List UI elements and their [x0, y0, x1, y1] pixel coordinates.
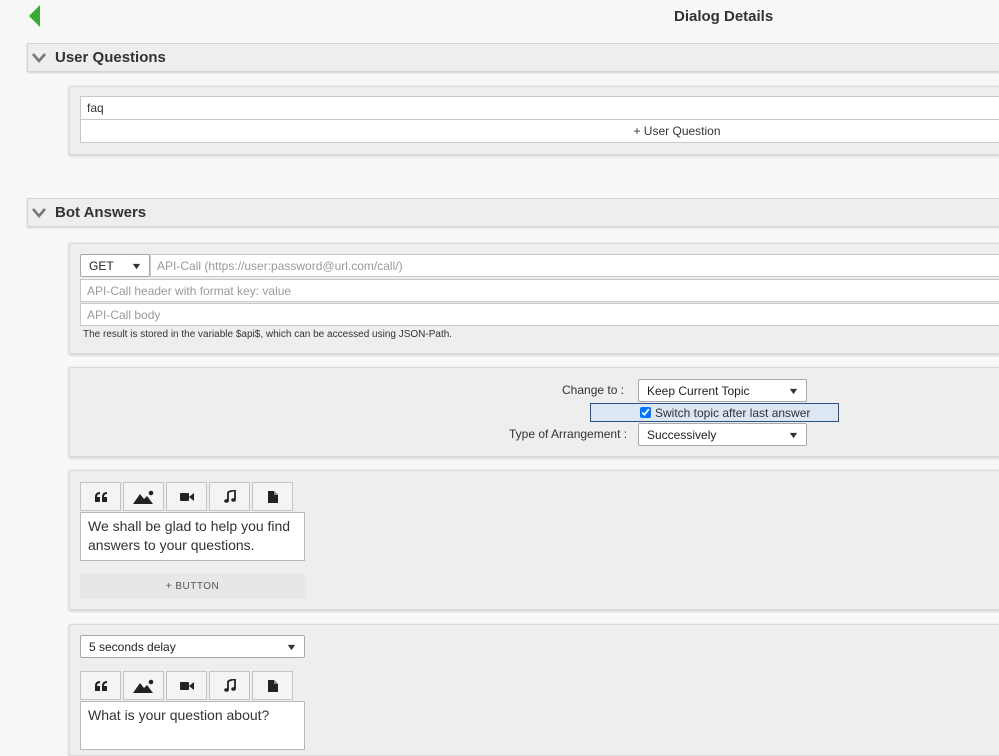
api-header-input[interactable]: API-Call header with format key: value — [80, 279, 999, 302]
add-button-button[interactable]: + BUTTON — [80, 573, 305, 599]
switch-topic-option[interactable]: Switch topic after last answer — [590, 403, 839, 422]
api-body-placeholder: API-Call body — [87, 307, 161, 322]
add-user-question-button[interactable]: + User Question — [80, 119, 999, 143]
answer-text-line: We shall be glad to help you find — [88, 518, 291, 534]
music-icon — [223, 490, 236, 503]
api-result-note: The result is stored in the variable $ap… — [83, 329, 453, 340]
api-body-input[interactable]: API-Call body — [80, 303, 999, 326]
image-icon — [132, 490, 153, 504]
chevron-down-icon: ▼ — [787, 429, 800, 440]
api-header-placeholder: API-Call header with format key: value — [87, 283, 292, 298]
user-questions-title: User Questions — [55, 49, 166, 66]
file-icon — [267, 679, 278, 692]
answer-text-line: answers to your questions. — [88, 537, 255, 553]
http-method-value: GET — [89, 258, 114, 273]
chevron-down-icon — [32, 52, 46, 63]
change-to-select[interactable]: Keep Current Topic ▼ — [638, 379, 807, 402]
bot-answers-section-header[interactable]: Bot Answers — [27, 198, 999, 227]
arrangement-value: Successively — [647, 427, 717, 442]
change-to-value: Keep Current Topic — [647, 383, 750, 398]
user-questions-panel: faq + User Question — [69, 86, 999, 155]
api-url-input[interactable]: API-Call (https://user:password@url.com/… — [150, 254, 999, 277]
file-button[interactable] — [252, 671, 293, 700]
user-question-text: faq — [87, 101, 104, 115]
video-icon — [179, 681, 194, 690]
video-icon — [179, 492, 194, 501]
topic-settings-panel: Change to : Keep Current Topic ▼ Switch … — [69, 367, 999, 457]
arrangement-select[interactable]: Successively ▼ — [638, 423, 807, 446]
chevron-down-icon: ▼ — [285, 641, 298, 652]
chevron-down-icon: ▼ — [787, 385, 800, 396]
file-button[interactable] — [252, 482, 293, 511]
music-icon — [223, 679, 236, 692]
quote-icon — [94, 680, 107, 691]
video-button[interactable] — [166, 671, 207, 700]
answer-panel-2: 5 seconds delay ▼ What is your question … — [69, 624, 999, 756]
image-icon — [132, 679, 153, 693]
user-question-field[interactable]: faq — [80, 96, 999, 120]
answer-text-line: What is your question about? — [88, 707, 270, 723]
quote-button[interactable] — [80, 671, 121, 700]
audio-button[interactable] — [209, 482, 250, 511]
answer-text-bubble[interactable]: What is your question about? — [80, 701, 305, 750]
change-to-label: Change to : — [562, 383, 625, 397]
quote-icon — [94, 491, 107, 502]
api-call-panel: GET ▼ API-Call (https://user:password@ur… — [69, 243, 999, 354]
switch-topic-label: Switch topic after last answer — [655, 405, 811, 420]
back-arrow-icon[interactable] — [29, 5, 40, 27]
bot-answers-title: Bot Answers — [55, 204, 147, 221]
page-title: Dialog Details — [674, 8, 774, 25]
image-button[interactable] — [123, 671, 164, 700]
arrangement-label: Type of Arrangement : — [509, 427, 628, 441]
chevron-down-icon — [32, 207, 46, 218]
delay-select[interactable]: 5 seconds delay ▼ — [80, 635, 305, 658]
chevron-down-icon: ▼ — [130, 260, 143, 271]
api-url-placeholder: API-Call (https://user:password@url.com/… — [157, 258, 403, 273]
image-button[interactable] — [123, 482, 164, 511]
switch-topic-checkbox[interactable] — [640, 407, 651, 418]
user-questions-section-header[interactable]: User Questions — [27, 43, 999, 72]
media-toolbar — [80, 482, 293, 511]
file-icon — [267, 490, 278, 503]
add-user-question-label: + User Question — [633, 124, 721, 138]
answer-text-bubble[interactable]: We shall be glad to help you find answer… — [80, 512, 305, 561]
answer-panel-1: We shall be glad to help you find answer… — [69, 470, 999, 610]
audio-button[interactable] — [209, 671, 250, 700]
video-button[interactable] — [166, 482, 207, 511]
delay-value: 5 seconds delay — [89, 639, 176, 654]
quote-button[interactable] — [80, 482, 121, 511]
http-method-select[interactable]: GET ▼ — [80, 254, 150, 277]
media-toolbar — [80, 671, 293, 700]
